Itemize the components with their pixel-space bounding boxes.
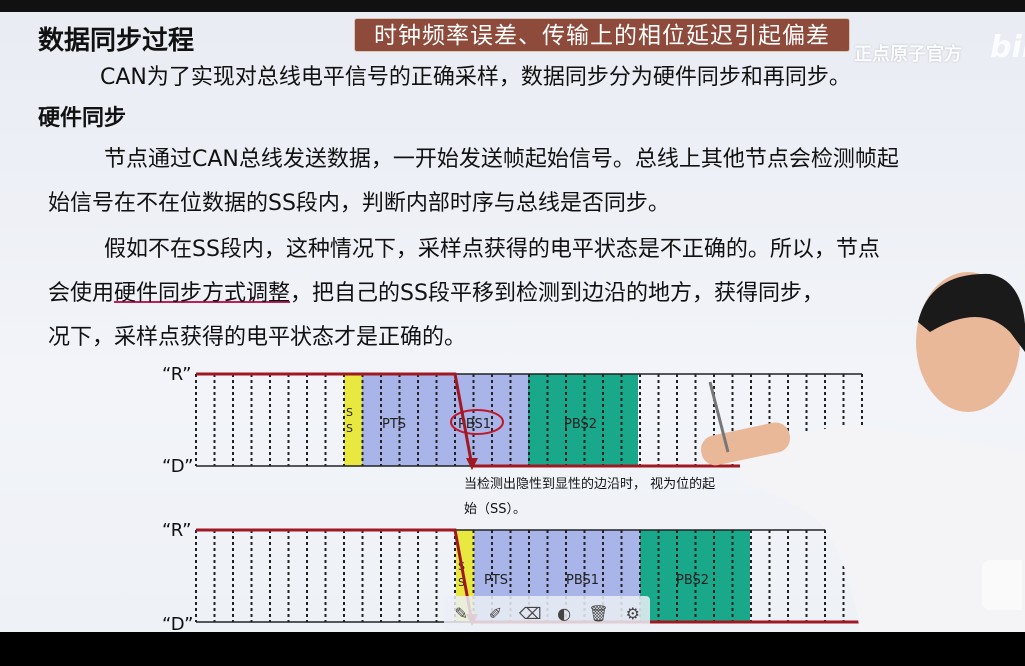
top-pts-label: PTS <box>382 417 406 432</box>
settings-icon[interactable]: ⚙ <box>622 604 644 623</box>
top-ss-label: S <box>346 406 353 419</box>
bottom-pts-label: PTS <box>484 573 508 588</box>
bottom-label-r: “R” <box>162 520 191 541</box>
svg-text:S: S <box>346 422 353 435</box>
top-ss-segment <box>344 374 362 466</box>
video-bottom-bar <box>0 632 1025 666</box>
video-top-bar <box>0 0 1025 12</box>
top-label-r: “R” <box>162 364 191 385</box>
top-pbs2-label: PBS2 <box>564 417 597 432</box>
bottom-pbs1-label: PBS1 <box>566 573 599 588</box>
brush-icon[interactable]: ✐ <box>484 604 506 623</box>
trash-icon[interactable]: 🗑 <box>587 604 609 623</box>
lecture-slide: 数据同步过程 时钟频率误差、传输上的相位延迟引起偏差 正点原子官方 bili C… <box>0 12 1025 632</box>
side-play-button[interactable] <box>982 560 1022 610</box>
drawing-toolbar: ✎ ✐ ⌫ ◐ 🗑 ⚙ <box>444 596 650 630</box>
color-icon[interactable]: ◐ <box>553 604 575 623</box>
pen-icon[interactable]: ✎ <box>450 604 472 623</box>
top-label-d: “D” <box>162 456 193 477</box>
presenter-image <box>700 272 1025 632</box>
eraser-icon[interactable]: ⌫ <box>519 604 542 623</box>
bottom-label-d: “D” <box>162 614 193 632</box>
